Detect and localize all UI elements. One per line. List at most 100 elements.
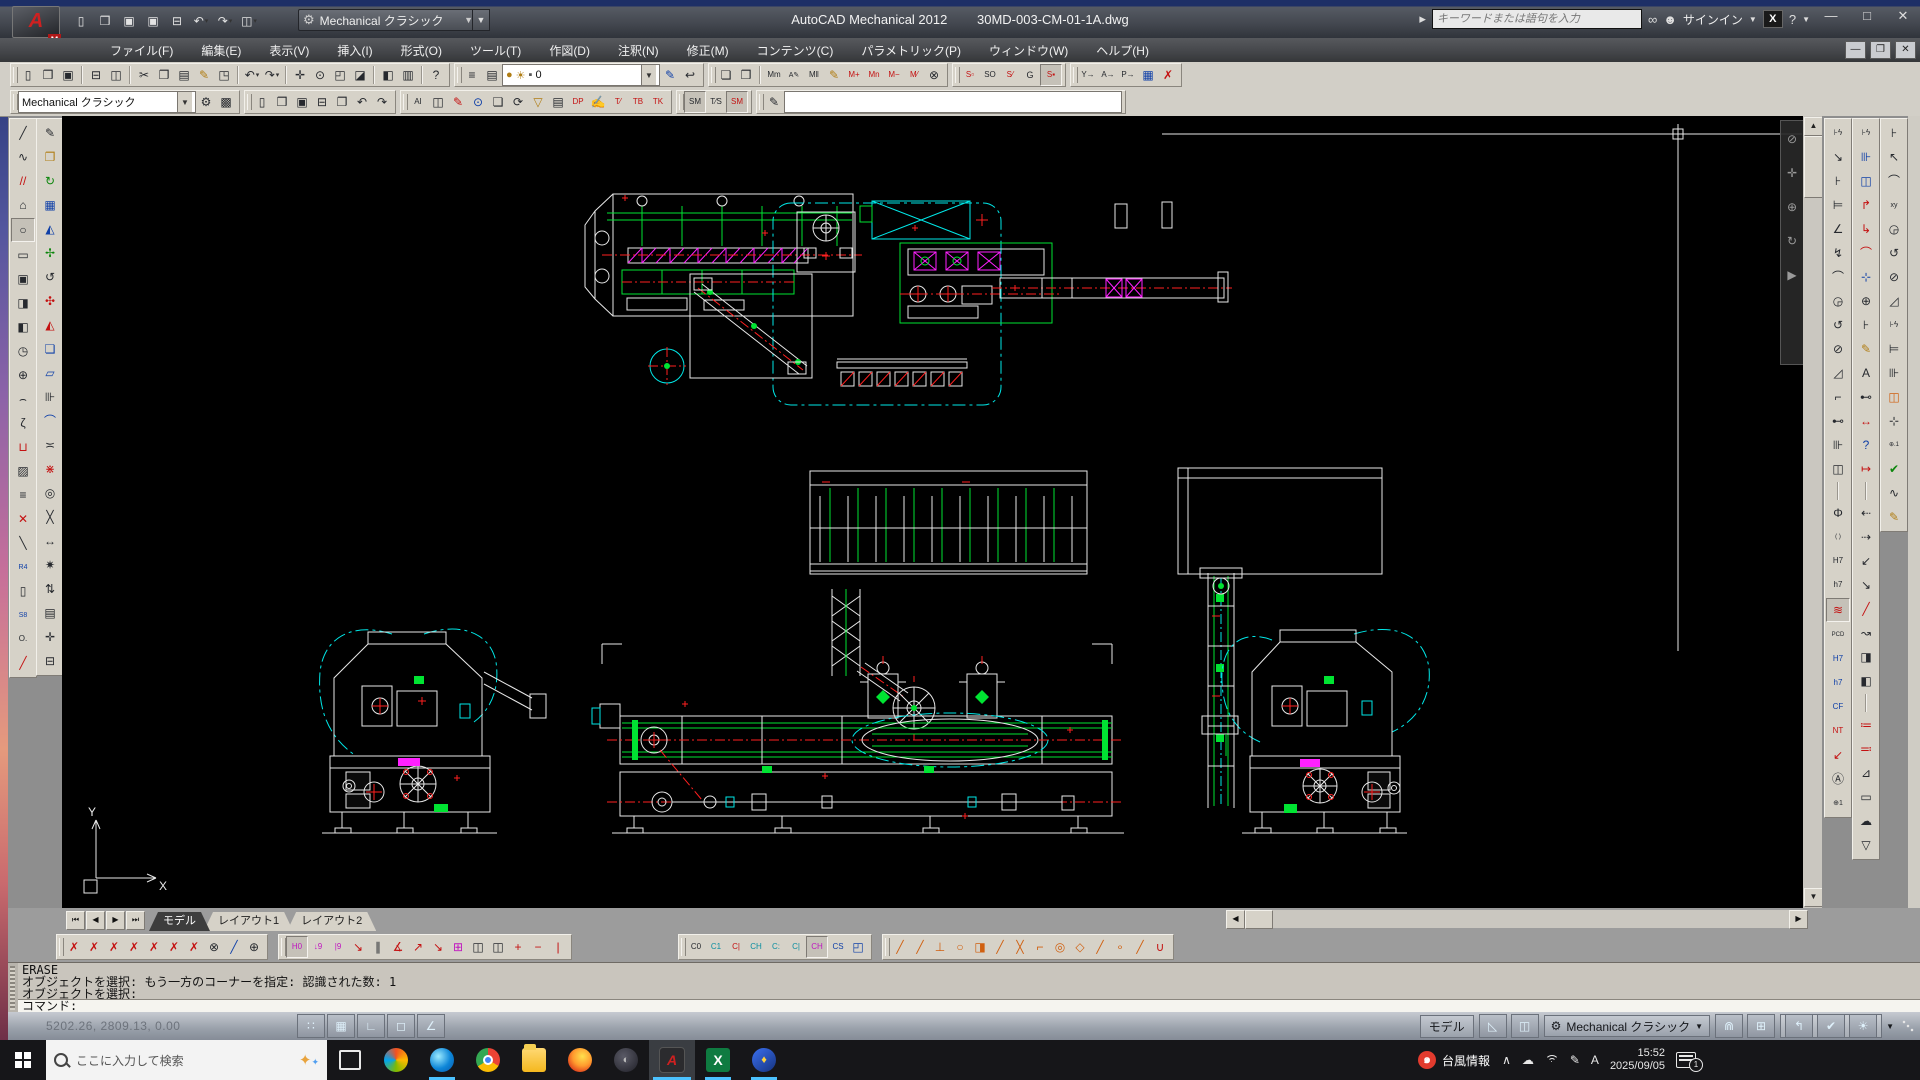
dim-align-icon[interactable]: ⊷ bbox=[1855, 386, 1877, 408]
open-icon[interactable]: ❒ bbox=[38, 65, 58, 85]
dim-h3-icon[interactable]: ⊦ bbox=[1883, 122, 1905, 144]
match-layer-icon[interactable]: ✎ bbox=[660, 65, 680, 85]
dim-jog-icon[interactable]: ↯ bbox=[1827, 242, 1849, 264]
vertical-scrollbar[interactable]: ▲ ▼ bbox=[1803, 116, 1822, 908]
u-profile-icon[interactable]: ⊔ bbox=[12, 436, 34, 458]
bulb-icon[interactable]: ☀ bbox=[1849, 1014, 1877, 1038]
taskbar-app-autocad[interactable]: A bbox=[649, 1040, 695, 1080]
rect-detail-2-icon[interactable]: ◨ bbox=[12, 292, 34, 314]
taskbar-app-firefox[interactable] bbox=[557, 1040, 603, 1080]
jog-3-icon[interactable]: ↺ bbox=[1883, 242, 1905, 264]
resize-grip[interactable] bbox=[1902, 1020, 1914, 1032]
brush-3-icon[interactable]: ✎ bbox=[1883, 506, 1905, 528]
dim-box-icon[interactable]: ◫ bbox=[1827, 458, 1849, 480]
panel-icon[interactable]: ◫ bbox=[428, 92, 448, 112]
ws-panel-icon[interactable]: ▩ bbox=[216, 92, 236, 112]
g-tool-icon[interactable]: G bbox=[1020, 65, 1040, 85]
arrow-flip-icon[interactable]: ↔ bbox=[1855, 410, 1877, 432]
construction-line-icon[interactable]: // bbox=[12, 170, 34, 192]
dim-arc-icon[interactable]: ⌒ bbox=[1827, 266, 1849, 288]
line-point-icon[interactable]: ╱ bbox=[224, 937, 244, 957]
red-pencil-icon[interactable]: ✎ bbox=[448, 92, 468, 112]
power-snap-icon[interactable]: ⋇ bbox=[39, 458, 61, 480]
pe-7-icon[interactable]: ✗ bbox=[184, 937, 204, 957]
os-ellipse-icon[interactable]: ○ bbox=[950, 937, 970, 957]
ortho-toggle[interactable]: ∟ bbox=[357, 1014, 385, 1038]
command-dock-grip[interactable] bbox=[10, 966, 15, 1010]
fit-h7l-blue-icon[interactable]: h7 bbox=[1827, 672, 1849, 694]
dim-aligned-icon[interactable]: ↘ bbox=[1827, 146, 1849, 168]
menu-item-4[interactable]: 形式(O) bbox=[387, 42, 456, 59]
maximize-button[interactable]: □ bbox=[1856, 8, 1878, 24]
scroll-left-button[interactable]: ◀ bbox=[1226, 910, 1245, 929]
s-slash-icon[interactable]: S⁄ bbox=[1000, 65, 1020, 85]
taskbar-app-dark-app[interactable]: ◐ bbox=[603, 1040, 649, 1080]
sm-1-icon[interactable]: SM bbox=[684, 91, 706, 113]
empty-combo[interactable]: ▼ bbox=[784, 91, 1122, 113]
zoom-all-icon[interactable]: ❒ bbox=[736, 65, 756, 85]
start-button[interactable] bbox=[0, 1040, 46, 1080]
os-point-icon[interactable]: ∘ bbox=[1110, 937, 1130, 957]
zoom-object-icon[interactable]: ❏ bbox=[716, 65, 736, 85]
taskbar-app-paint-app[interactable]: ♦ bbox=[741, 1040, 787, 1080]
chevron-down-icon[interactable]: ▼ bbox=[177, 92, 192, 112]
taskbar-app-chrome[interactable] bbox=[465, 1040, 511, 1080]
pan-hand-icon[interactable]: ✛ bbox=[1782, 163, 1802, 183]
c0-icon[interactable]: C0 bbox=[686, 937, 706, 957]
os-tan-icon[interactable]: ╱ bbox=[1130, 937, 1150, 957]
box-fit2-icon[interactable]: ◧ bbox=[1855, 670, 1877, 692]
menu-item-9[interactable]: コンテンツ(C) bbox=[743, 42, 848, 59]
a-arrow-icon[interactable]: A→ bbox=[1098, 65, 1118, 85]
osnap-toggle[interactable]: ◻ bbox=[387, 1014, 415, 1038]
p-arrow-icon[interactable]: P→ bbox=[1118, 65, 1138, 85]
pe-5-icon[interactable]: ✗ bbox=[144, 937, 164, 957]
delete-x-icon[interactable]: ✗ bbox=[1158, 65, 1178, 85]
wifi-icon[interactable] bbox=[1545, 1055, 1559, 1065]
dim-arc3-icon[interactable]: ⌒ bbox=[1883, 170, 1905, 192]
box-fit1-icon[interactable]: ◨ bbox=[1855, 646, 1877, 668]
match-props-icon[interactable]: ✎ bbox=[194, 65, 214, 85]
sym-center-icon[interactable]: ⊹ bbox=[1855, 266, 1877, 288]
circle-x-icon[interactable]: ⊗ bbox=[204, 937, 224, 957]
signin-dropdown-icon[interactable]: ▼ bbox=[1749, 15, 1757, 24]
arrow-right2-icon[interactable]: ⇢ bbox=[1855, 526, 1877, 548]
doc-minimize-button[interactable]: — bbox=[1845, 41, 1866, 59]
chip-icon[interactable]: ⊞ bbox=[1747, 1014, 1775, 1038]
os-node-icon[interactable]: ╱ bbox=[990, 937, 1010, 957]
snap-se2-icon[interactable]: ↘ bbox=[428, 937, 448, 957]
ordinate-xy-icon[interactable]: xy bbox=[1883, 194, 1905, 216]
layer-combo[interactable]: ● ☀ ▪ 0 ▼ bbox=[502, 64, 660, 86]
lock-icon[interactable]: ⋒ bbox=[1715, 1014, 1743, 1038]
scroll-up-button[interactable]: ▲ bbox=[1804, 117, 1823, 136]
lengthen-icon[interactable]: ↔ bbox=[39, 530, 61, 552]
tab-nav-2[interactable]: ▶ bbox=[106, 911, 125, 930]
weather-widget[interactable]: ๑ 台風情報 bbox=[1418, 1051, 1490, 1069]
center-3-icon[interactable]: ⊹ bbox=[1883, 410, 1905, 432]
os-end-icon[interactable]: ╱ bbox=[890, 937, 910, 957]
target-icon[interactable]: ⊕ bbox=[244, 937, 264, 957]
undo-icon[interactable]: ↶ bbox=[352, 92, 372, 112]
power-dim2-icon[interactable]: ⊦ϟ bbox=[1855, 122, 1877, 144]
sm-2-icon[interactable]: SM bbox=[726, 91, 748, 113]
taskbar-app-task-view[interactable] bbox=[327, 1040, 373, 1080]
doc-close-button[interactable]: ✕ bbox=[1895, 41, 1916, 59]
os-ext-icon[interactable]: ⌐ bbox=[1030, 937, 1050, 957]
parallel-icon[interactable]: ∥ bbox=[368, 937, 388, 957]
roughness-icon[interactable]: ≋ bbox=[1826, 598, 1850, 622]
explode-icon[interactable]: ✷ bbox=[39, 554, 61, 576]
ime-indicator[interactable]: A bbox=[1591, 1053, 1599, 1067]
redo-icon[interactable]: ↷ bbox=[372, 92, 392, 112]
polyline-icon[interactable]: ∿ bbox=[12, 146, 34, 168]
dim-angular-icon[interactable]: ◿ bbox=[1827, 362, 1849, 384]
line-icon[interactable]: ╱ bbox=[12, 122, 34, 144]
status-dropdown-icon[interactable]: ▼ bbox=[1886, 1022, 1894, 1031]
tab-nav-0[interactable]: ⏮ bbox=[66, 911, 85, 930]
ch-icon[interactable]: CH bbox=[746, 937, 766, 957]
circle-center-icon[interactable]: ⊕ bbox=[12, 364, 34, 386]
mirror-red-icon[interactable]: ◭ bbox=[39, 314, 61, 336]
undo-icon[interactable]: ↶▾ bbox=[242, 65, 262, 85]
m-text-icon[interactable]: Mm bbox=[764, 65, 784, 85]
red-slash-icon[interactable]: ╱ bbox=[1855, 598, 1877, 620]
text-ai-icon[interactable]: AI bbox=[408, 92, 428, 112]
menu-item-2[interactable]: 表示(V) bbox=[255, 42, 323, 59]
